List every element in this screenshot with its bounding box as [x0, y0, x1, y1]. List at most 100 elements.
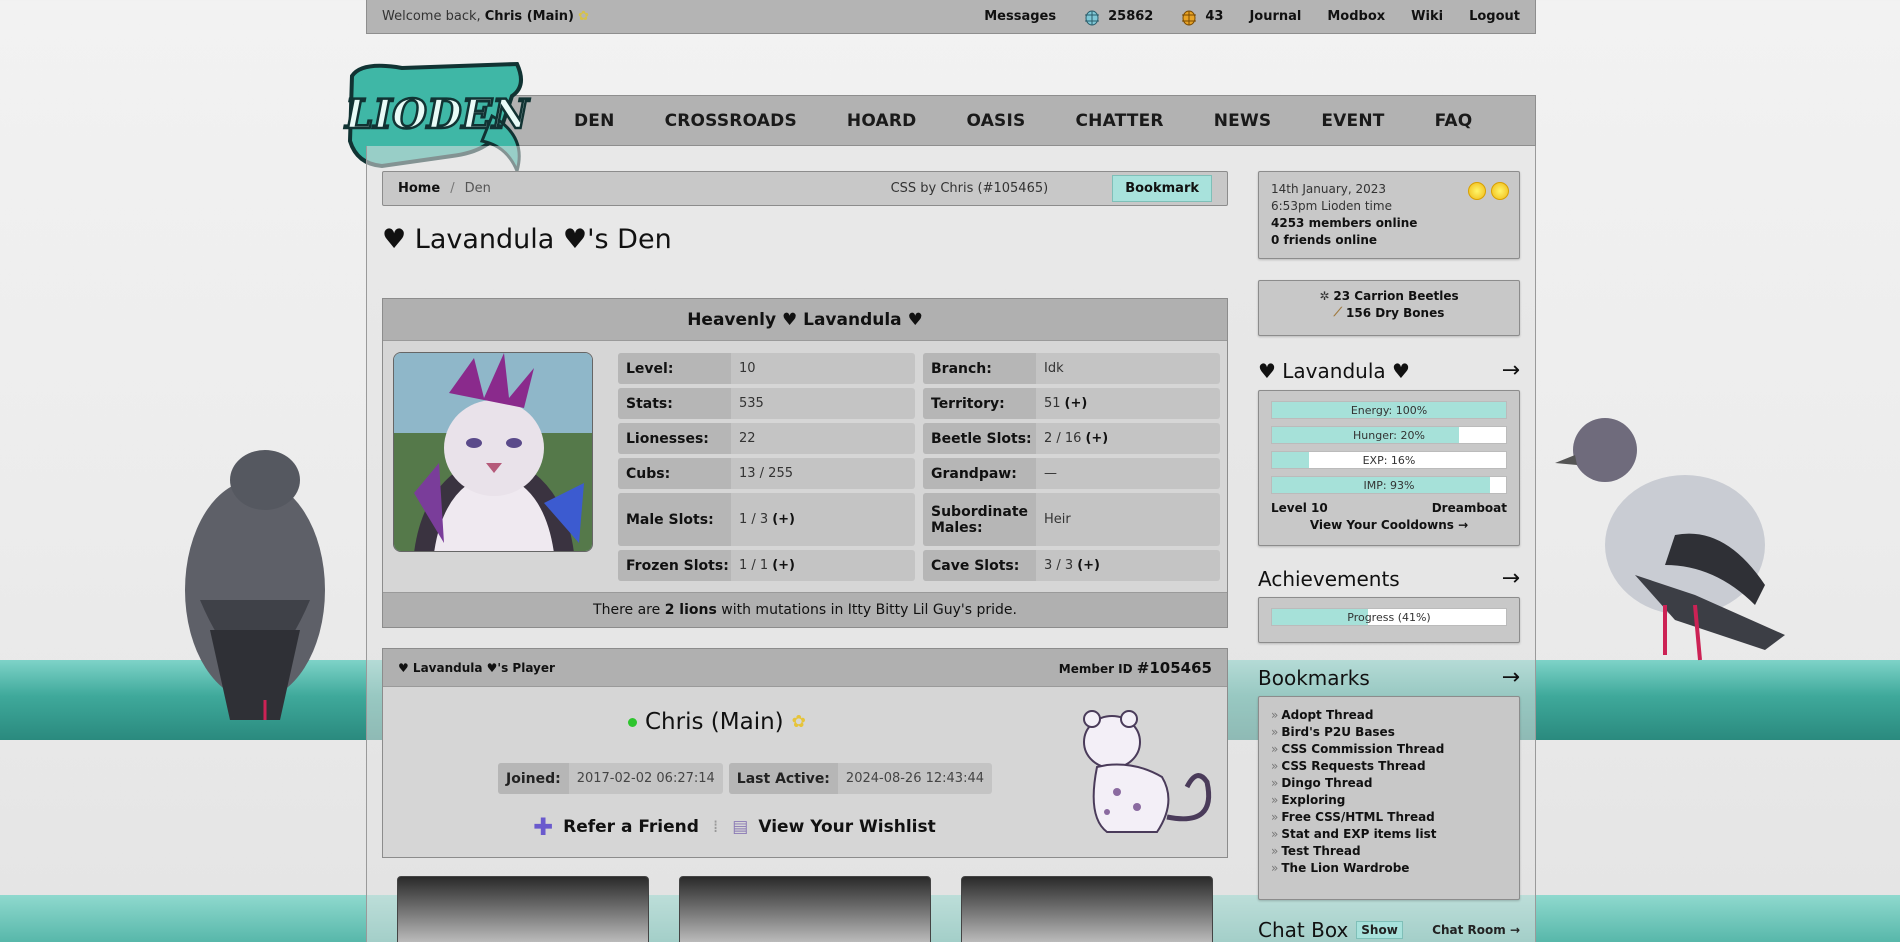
chat-show-button[interactable]: Show	[1356, 921, 1403, 939]
wishlist-link[interactable]: View Your Wishlist	[758, 817, 935, 837]
territory-plus-link[interactable]: (+)	[1065, 396, 1088, 411]
cub-avatar-image[interactable]	[1067, 707, 1217, 842]
player-name[interactable]: Chris (Main)	[645, 709, 784, 735]
right-arrow-icon[interactable]: →	[1502, 358, 1520, 383]
pigeon-right-image	[1555, 418, 1785, 661]
stats-row: Lionesses: 22 Beetle Slots: 2 / 16 (+)	[618, 423, 1223, 454]
nav-den[interactable]: DEN	[574, 111, 615, 131]
carrion-beetle-icon: ✲	[1319, 289, 1330, 303]
mutations-note: There are 2 lions with mutations in Itty…	[383, 592, 1227, 627]
player-dates: Joined: 2017-02-02 06:27:14 Last Active: 2…	[498, 763, 992, 794]
stats-row: Stats: 535 Territory: 51 (+)	[618, 388, 1223, 419]
achievements-title[interactable]: Achievements	[1258, 567, 1400, 591]
stats-row: Male Slots: 1 / 3 (+) Subordinate Males: He…	[618, 493, 1223, 546]
lion-portrait-image[interactable]	[393, 352, 593, 552]
last-active-label: Last Active:	[728, 763, 838, 794]
bookmark-item[interactable]: » Exploring	[1271, 792, 1507, 809]
stat-beetle-slots-value: 2 / 16	[1044, 431, 1082, 446]
stat-territory-label: Territory:	[923, 388, 1036, 419]
wiki-link[interactable]: Wiki	[1411, 9, 1443, 24]
nav-hoard[interactable]: HOARD	[847, 111, 917, 131]
nav-oasis[interactable]: OASIS	[967, 111, 1026, 131]
lion-name[interactable]: Heavenly ♥ Lavandula ♥	[383, 299, 1227, 341]
sidebar-lion-name[interactable]: ♥ Lavandula ♥	[1258, 359, 1410, 383]
journal-link[interactable]: Journal	[1249, 9, 1301, 24]
sun-icon	[1468, 182, 1486, 200]
chat-room-link[interactable]: Chat Room →	[1432, 923, 1520, 937]
bookmark-item[interactable]: » CSS Commission Thread	[1271, 741, 1507, 758]
bookmark-item[interactable]: » Bird's P2U Bases	[1271, 724, 1507, 741]
last-active-value: 2024-08-26 12:43:44	[845, 771, 984, 786]
refer-friend-link[interactable]: Refer a Friend	[563, 817, 699, 837]
imp-label: IMP: 93%	[1363, 478, 1415, 492]
dry-bones-count[interactable]: 156 Dry Bones	[1346, 306, 1444, 320]
exp-label: EXP: 16%	[1362, 453, 1416, 467]
stat-beetle-slots-label: Beetle Slots:	[923, 423, 1036, 454]
stat-subordinate-value: Heir	[1044, 512, 1071, 527]
messages-link[interactable]: Messages	[984, 9, 1056, 24]
bookmark-item[interactable]: » Stat and EXP items list	[1271, 826, 1507, 843]
energy-bar: Energy: 100%	[1271, 401, 1507, 419]
username[interactable]: Chris (Main)	[485, 9, 574, 24]
friends-online[interactable]: 0 friends online	[1271, 233, 1377, 247]
sun-icon	[1491, 182, 1509, 200]
carrion-beetles-count[interactable]: 23 Carrion Beetles	[1333, 289, 1458, 303]
welcome-message: Welcome back, Chris (Main) ✿	[382, 9, 589, 24]
lion-panel: Heavenly ♥ Lavandula ♥ Level: 10 Branch:…	[382, 298, 1228, 628]
male-slots-plus-link[interactable]: (+)	[772, 512, 795, 527]
members-online[interactable]: 4253 members online	[1271, 216, 1417, 230]
thumbnail-image[interactable]	[961, 876, 1213, 942]
css-credit[interactable]: CSS by Chris (#105465)	[891, 181, 1049, 196]
stat-frozen-slots-value: 1 / 1	[739, 558, 769, 573]
lion-title: Dreamboat	[1431, 501, 1507, 515]
flower-icon: ✿	[791, 712, 806, 732]
beetle-slots-plus-link[interactable]: (+)	[1085, 431, 1108, 446]
right-arrow-icon[interactable]: →	[1502, 566, 1520, 591]
stat-territory-value: 51	[1044, 396, 1061, 411]
blue-beetle-icon	[1085, 10, 1100, 25]
breadcrumb-home[interactable]: Home	[398, 181, 440, 196]
main-nav: DEN CROSSROADS HOARD OASIS CHATTER NEWS …	[366, 95, 1536, 146]
bookmark-item[interactable]: » Free CSS/HTML Thread	[1271, 809, 1507, 826]
chat-box-title: Chat Box	[1258, 918, 1349, 942]
player-panel-header: ♥ Lavandula ♥'s Player Member ID #105465	[383, 649, 1227, 687]
stats-row: Cubs: 13 / 255 Grandpaw: —	[618, 458, 1223, 489]
achievements-box: Progress (41%)	[1258, 597, 1520, 643]
dry-bone-icon: ⟋	[1333, 305, 1343, 319]
nav-news[interactable]: NEWS	[1214, 111, 1272, 131]
cave-slots-plus-link[interactable]: (+)	[1077, 558, 1100, 573]
frozen-slots-plus-link[interactable]: (+)	[772, 558, 795, 573]
bookmark-item[interactable]: » Dingo Thread	[1271, 775, 1507, 792]
star-icon: ✿	[578, 9, 590, 24]
logout-link[interactable]: Logout	[1469, 9, 1520, 24]
nav-chatter[interactable]: CHATTER	[1075, 111, 1163, 131]
bookmarks-title[interactable]: Bookmarks	[1258, 666, 1370, 690]
bookmark-item[interactable]: » Adopt Thread	[1271, 707, 1507, 724]
bookmark-item[interactable]: » CSS Requests Thread	[1271, 758, 1507, 775]
bookmark-item[interactable]: » The Lion Wardrobe	[1271, 860, 1507, 877]
cooldowns-link[interactable]: View Your Cooldowns →	[1271, 518, 1507, 532]
thumbnail-image[interactable]	[397, 876, 649, 942]
wishlist-icon: ▤	[732, 817, 749, 837]
bookmark-item[interactable]: » Test Thread	[1271, 843, 1507, 860]
gold-counter[interactable]: 43	[1179, 7, 1223, 27]
decor-thumbnails	[397, 876, 1213, 942]
modbox-link[interactable]: Modbox	[1327, 9, 1385, 24]
nav-crossroads[interactable]: CROSSROADS	[665, 111, 797, 131]
thumbnail-image[interactable]	[679, 876, 931, 942]
top-bar: Welcome back, Chris (Main) ✿ Messages 25…	[366, 0, 1536, 34]
pigeon-left-image	[185, 450, 325, 720]
lion-status-header: ♥ Lavandula ♥ →	[1258, 358, 1520, 383]
member-id-value: #105465	[1136, 658, 1212, 677]
stat-level-value: 10	[739, 361, 756, 376]
stat-branch-value: Idk	[1044, 361, 1064, 376]
right-arrow-icon[interactable]: →	[1502, 665, 1520, 690]
stat-cave-slots-label: Cave Slots:	[923, 550, 1036, 581]
lion-level: Level 10	[1271, 501, 1328, 515]
member-id: Member ID #105465	[1059, 659, 1212, 677]
nav-faq[interactable]: FAQ	[1435, 111, 1473, 131]
beetles-counter[interactable]: 25862	[1082, 7, 1153, 27]
bookmark-button[interactable]: Bookmark	[1112, 175, 1212, 202]
nav-event[interactable]: EVENT	[1321, 111, 1384, 131]
achievement-progress-bar: Progress (41%)	[1271, 608, 1507, 626]
